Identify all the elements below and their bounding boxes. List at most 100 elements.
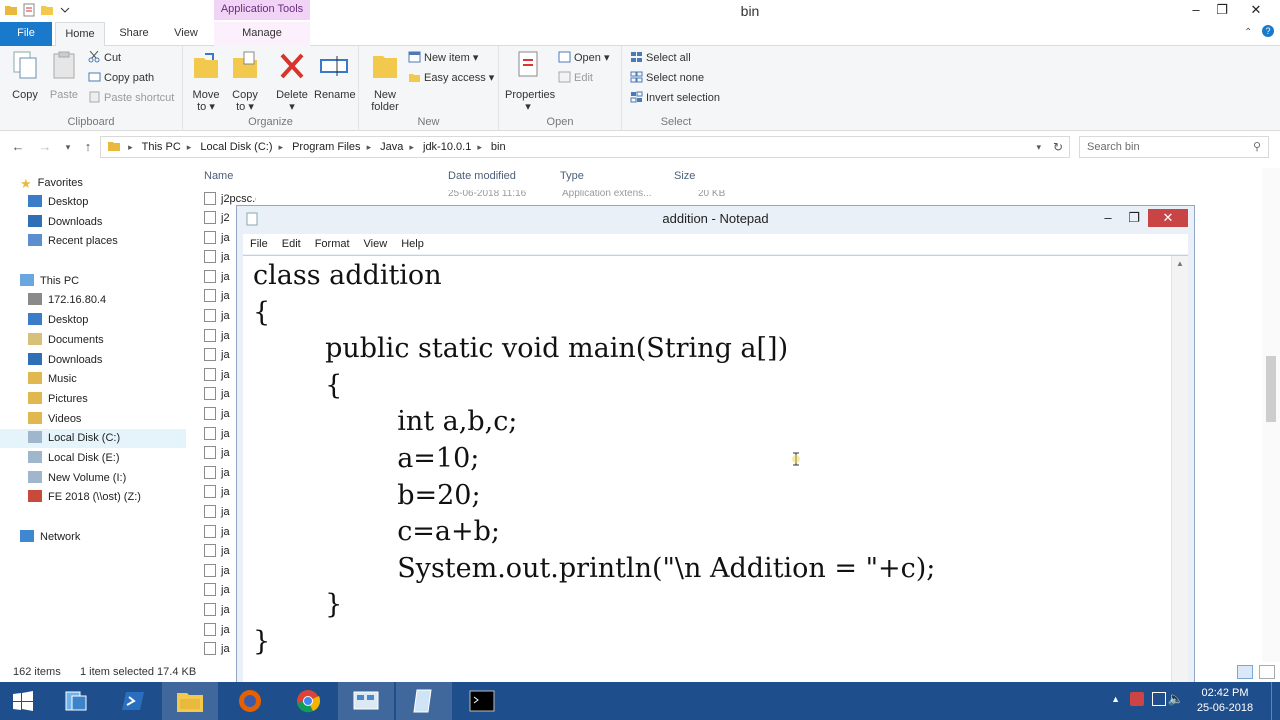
column-size[interactable]: Size: [674, 170, 695, 182]
select-all-button[interactable]: Select all: [630, 49, 691, 67]
refresh-icon[interactable]: ↻: [1053, 137, 1063, 157]
nav-local-disk-e[interactable]: Local Disk (E:): [28, 449, 120, 468]
minimize-button[interactable]: –: [1182, 0, 1210, 20]
menu-help[interactable]: Help: [401, 238, 424, 250]
rename-button[interactable]: Rename: [314, 50, 356, 101]
file-row[interactable]: ja: [204, 268, 230, 287]
notepad-text-area[interactable]: class addition { public static void main(…: [243, 255, 1188, 686]
recent-locations-button[interactable]: ▾: [59, 138, 77, 156]
nav-favorites-recent[interactable]: Recent places: [28, 232, 118, 251]
volume-icon[interactable]: 🔈: [1168, 691, 1184, 707]
back-button[interactable]: ←: [9, 138, 27, 156]
nav-new-volume-i[interactable]: New Volume (I:): [28, 469, 126, 488]
menu-file[interactable]: File: [250, 238, 268, 250]
show-desktop-button[interactable]: [1271, 682, 1277, 720]
close-button[interactable]: ✕: [1242, 0, 1270, 20]
new-folder-button[interactable]: New folder: [365, 50, 405, 113]
details-view-icon[interactable]: [1237, 665, 1253, 679]
file-row[interactable]: ja: [204, 581, 230, 600]
nav-mapped-drive-z[interactable]: FE 2018 (\\ost) (Z:): [28, 488, 141, 507]
edit-button[interactable]: Edit: [558, 69, 593, 87]
tab-manage[interactable]: Manage: [214, 22, 310, 46]
action-center-icon[interactable]: [1130, 692, 1144, 706]
show-hidden-icons-icon[interactable]: ▲: [1111, 694, 1120, 704]
taskbar-powershell[interactable]: [106, 682, 162, 720]
file-row[interactable]: ja: [204, 483, 230, 502]
file-row[interactable]: ja: [204, 621, 230, 640]
nav-desktop[interactable]: Desktop: [28, 311, 88, 330]
move-to-button[interactable]: Move to ▾: [186, 50, 226, 113]
file-row[interactable]: ja: [204, 405, 230, 424]
file-row[interactable]: ja: [204, 385, 230, 404]
breadcrumb-jdk[interactable]: jdk-10.0.1: [423, 137, 471, 157]
file-row[interactable]: ja: [204, 346, 230, 365]
notepad-maximize-button[interactable]: ❐: [1121, 209, 1147, 227]
large-icons-view-icon[interactable]: [1259, 665, 1275, 679]
nav-favorites[interactable]: ★ Favorites: [20, 174, 83, 193]
file-row[interactable]: ja: [204, 503, 230, 522]
collapse-ribbon-icon[interactable]: ⌃: [1244, 27, 1252, 38]
tab-share[interactable]: Share: [114, 22, 154, 46]
taskbar-chrome[interactable]: [280, 682, 336, 720]
breadcrumb-local-disk[interactable]: Local Disk (C:): [200, 137, 272, 157]
new-item-button[interactable]: New item ▾: [408, 49, 478, 67]
maximize-button[interactable]: ❐: [1208, 0, 1236, 20]
nav-pictures[interactable]: Pictures: [28, 390, 88, 409]
file-list-scrollbar[interactable]: [1262, 168, 1280, 662]
copy-path-button[interactable]: Copy path: [88, 69, 154, 87]
file-row[interactable]: ja: [204, 523, 230, 542]
nav-downloads[interactable]: Downloads: [28, 351, 102, 370]
file-row[interactable]: j2: [204, 209, 230, 228]
tab-view[interactable]: View: [166, 22, 206, 46]
column-date-modified[interactable]: Date modified: [448, 170, 516, 182]
network-status-icon[interactable]: [1152, 692, 1166, 706]
taskbar-notepad[interactable]: [396, 682, 452, 720]
cut-button[interactable]: Cut: [88, 49, 121, 67]
taskbar-firefox[interactable]: [222, 682, 278, 720]
copy-to-button[interactable]: Copy to ▾: [225, 50, 265, 113]
nav-favorites-downloads[interactable]: Downloads: [28, 213, 102, 232]
nav-documents[interactable]: Documents: [28, 331, 104, 350]
paste-shortcut-button[interactable]: Paste shortcut: [88, 89, 174, 107]
help-icon[interactable]: ?: [1262, 25, 1274, 37]
file-row[interactable]: ja: [204, 366, 230, 385]
delete-button[interactable]: Delete ▾: [272, 50, 312, 113]
file-row[interactable]: ja: [204, 444, 230, 463]
paste-button[interactable]: Paste: [44, 50, 84, 101]
taskbar-control-panel[interactable]: [338, 682, 394, 720]
file-row[interactable]: ja: [204, 287, 230, 306]
tab-file[interactable]: File: [0, 22, 52, 46]
nav-local-disk-c[interactable]: Local Disk (C:): [0, 429, 186, 448]
file-row[interactable]: ja: [204, 248, 230, 267]
breadcrumb-this-pc[interactable]: This PC: [142, 137, 181, 157]
taskbar-file-explorer[interactable]: [162, 682, 218, 720]
nav-network-drive[interactable]: 172.16.80.4: [28, 291, 106, 310]
menu-format[interactable]: Format: [315, 238, 350, 250]
tab-home[interactable]: Home: [55, 22, 105, 47]
start-button[interactable]: [0, 682, 46, 720]
file-row[interactable]: ja: [204, 464, 230, 483]
nav-videos[interactable]: Videos: [28, 410, 81, 429]
nav-music[interactable]: Music: [28, 370, 77, 389]
column-name[interactable]: Name: [204, 170, 233, 182]
file-row[interactable]: ja: [204, 542, 230, 561]
address-dropdown-icon[interactable]: ▾: [1036, 137, 1041, 157]
file-row[interactable]: ja: [204, 562, 230, 581]
notepad-scrollbar[interactable]: ▲: [1171, 256, 1188, 686]
up-button[interactable]: ↑: [79, 138, 97, 156]
file-row[interactable]: ja: [204, 229, 230, 248]
scrollbar-thumb[interactable]: [1266, 356, 1276, 422]
menu-view[interactable]: View: [364, 238, 388, 250]
properties-button[interactable]: Properties ▾: [505, 50, 555, 113]
breadcrumb-bin[interactable]: bin: [491, 137, 506, 157]
taskbar-command-prompt[interactable]: [454, 682, 510, 720]
notepad-minimize-button[interactable]: –: [1095, 209, 1121, 227]
menu-edit[interactable]: Edit: [282, 238, 301, 250]
invert-selection-button[interactable]: Invert selection: [630, 89, 720, 107]
taskbar-server-manager[interactable]: [48, 682, 104, 720]
address-bar[interactable]: ▸ This PC ▸ Local Disk (C:) ▸ Program File…: [100, 136, 1070, 158]
file-row[interactable]: ja: [204, 640, 230, 659]
nav-this-pc[interactable]: This PC: [20, 272, 79, 291]
search-input[interactable]: Search bin ⚲: [1079, 136, 1269, 158]
open-button[interactable]: Open ▾: [558, 49, 610, 67]
